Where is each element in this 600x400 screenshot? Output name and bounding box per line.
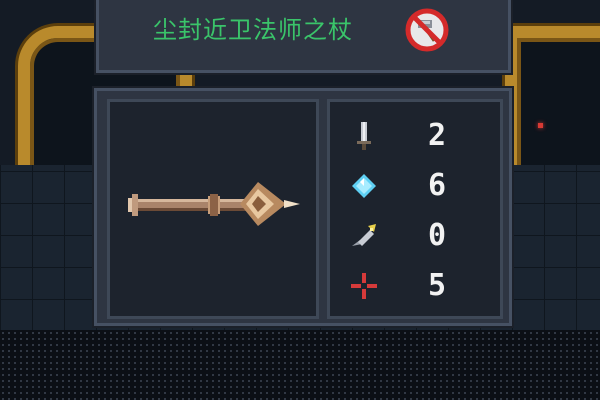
weapon-preview [107,99,319,319]
stat-attack: 2 [330,116,500,156]
stat-crit: 0 [330,216,500,256]
diamond-icon [352,174,376,198]
weapon-name: 尘封近卫法师之杖 [153,16,353,44]
weapon-info-panel: 2 6 0 5 [94,88,512,326]
red-light [538,123,543,128]
stat-spread: 5 [330,266,500,306]
no-hammer-icon [405,8,449,52]
sword-icon [357,122,371,150]
energy-value: 6 [428,168,447,203]
crosshair-icon [351,273,377,299]
spread-value: 5 [428,268,447,303]
spark-icon [352,224,376,246]
attack-value: 2 [428,118,447,153]
staff-icon [128,182,300,226]
game-scene: 尘封近卫法师之杖 2 6 0 5 [0,0,600,400]
crit-value: 0 [428,218,447,253]
weapon-title-panel: 尘封近卫法师之杖 [96,0,511,73]
stat-energy: 6 [330,166,500,206]
floor-shadow [0,330,600,400]
weapon-stats: 2 6 0 5 [327,99,503,319]
